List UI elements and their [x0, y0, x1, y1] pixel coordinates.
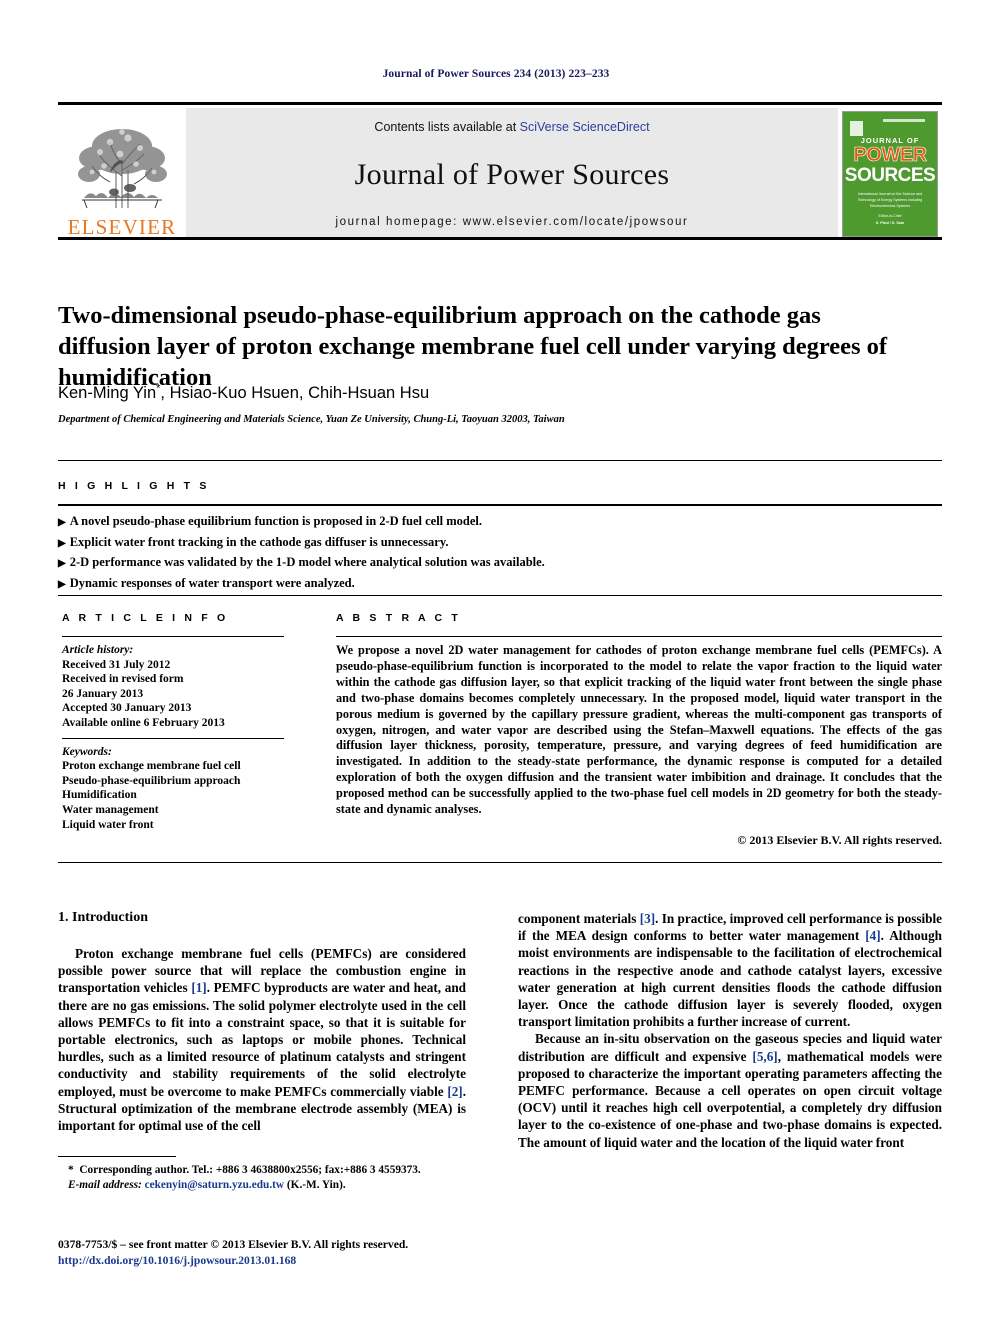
highlights-divider-mid [58, 504, 942, 506]
keyword-item: Pseudo-phase-equilibrium approach [62, 774, 241, 787]
keyword-item: Liquid water front [62, 818, 154, 831]
email-label: E-mail address: [68, 1178, 142, 1191]
elsevier-tree-icon [70, 120, 174, 216]
issn-line: 0378-7753/$ – see front matter © 2013 El… [58, 1238, 409, 1251]
history-line: Received 31 July 2012 [62, 658, 171, 671]
elsevier-logo: ELSEVIER [58, 108, 186, 240]
keywords-label: Keywords: [62, 745, 112, 758]
article-info-divider [62, 636, 284, 637]
citation-ref-2[interactable]: [2] [447, 1084, 462, 1099]
list-item: ▶ A novel pseudo-phase equilibrium functi… [58, 512, 942, 533]
history-line: Accepted 30 January 2013 [62, 702, 192, 715]
cover-footer-name: S. Pikul / K. Sato [875, 220, 905, 225]
citation-ref-5-6[interactable]: [5,6] [752, 1049, 777, 1064]
list-item: ▶ Dynamic responses of water transport we… [58, 574, 942, 595]
list-item: ▶ 2-D performance was validated by the 1-… [58, 553, 942, 574]
footer-block: 0378-7753/$ – see front matter © 2013 El… [58, 1237, 558, 1269]
bullet-arrow-icon: ▶ [58, 558, 66, 569]
cover-elsevier-icon [850, 121, 863, 136]
keyword-item: Water management [62, 803, 159, 816]
email-link[interactable]: cekenyin@saturn.yzu.edu.tw [145, 1179, 285, 1191]
corresponding-marker: * [68, 1164, 74, 1176]
journal-homepage-line[interactable]: journal homepage: www.elsevier.com/locat… [336, 216, 689, 228]
keyword-item: Proton exchange membrane fuel cell [62, 760, 241, 773]
article-history-label: Article history: [62, 644, 134, 656]
paragraph-text: . Although moist environments are indisp… [518, 928, 942, 1030]
abstract-divider-bottom [58, 862, 942, 863]
doi-link[interactable]: http://dx.doi.org/10.1016/j.jpowsour.201… [58, 1254, 296, 1267]
cover-footer: Editor-in-Chief S. Pikul / K. Sato [859, 213, 921, 226]
corresponding-author-note: * Corresponding author. Tel.: +886 3 463… [58, 1163, 468, 1178]
footnote-block: * Corresponding author. Tel.: +886 3 463… [58, 1163, 468, 1192]
abstract-heading: A B S T R A C T [336, 612, 461, 624]
cover-top-rule [883, 119, 925, 122]
bullet-arrow-icon: ▶ [58, 578, 66, 590]
author-list: Ken-Ming Yin*, Hsiao-Kuo Hsuen, Chih-Hsu… [58, 382, 913, 403]
highlight-text: A novel pseudo-phase equilibrium functio… [69, 514, 483, 528]
highlights-divider-top [58, 460, 942, 461]
contents-prefix: Contents lists available at [374, 120, 520, 134]
body-column-left: 1. Introduction Proton exchange membrane… [58, 910, 466, 1134]
cover-subtitle: International Journal on the Science and… [857, 192, 923, 209]
paragraph-text: . PEMFC byproducts are water and heat, a… [58, 980, 466, 1099]
highlights-list: ▶ A novel pseudo-phase equilibrium functi… [58, 512, 942, 594]
masthead-center: Contents lists available at SciVerse Sci… [186, 108, 838, 240]
corresponding-text: Corresponding author. Tel.: +886 3 46388… [79, 1164, 421, 1176]
paragraph: Proton exchange membrane fuel cells (PEM… [58, 945, 466, 1134]
highlight-text: Explicit water front tracking in the cat… [69, 534, 449, 549]
cover-sources-label: SOURCES [844, 165, 936, 186]
abstract-divider [336, 636, 942, 637]
email-suffix: (K.-M. Yin). [286, 1178, 346, 1191]
citation-ref-1[interactable]: [1] [191, 980, 206, 995]
paragraph-text: component materials [518, 911, 640, 926]
section-heading-introduction: 1. Introduction [58, 910, 148, 925]
journal-masthead: ELSEVIER Contents lists available at Sci… [58, 102, 942, 240]
contents-available-line: Contents lists available at SciVerse Sci… [374, 120, 649, 134]
history-line: Received in revised form [62, 673, 184, 686]
paragraph: Because an in-situ observation on the ga… [518, 1030, 942, 1150]
title-divider-top [58, 237, 942, 240]
list-item: ▶ Explicit water front tracking in the ca… [58, 533, 942, 554]
running-head: Journal of Power Sources 234 (2013) 223–… [382, 68, 610, 80]
email-note: E-mail address: cekenyin@saturn.yzu.edu.… [58, 1178, 468, 1193]
article-info-column: Article history: Received 31 July 2012 R… [62, 643, 292, 832]
journal-title: Journal of Power Sources [354, 158, 670, 191]
affiliation: Department of Chemical Engineering and M… [58, 414, 565, 425]
history-line: Available online 6 February 2013 [62, 716, 225, 729]
journal-cover-thumbnail[interactable]: JOURNAL OF POWER SOURCES International J… [838, 108, 942, 240]
highlights-heading: H I G H L I G H T S [58, 480, 210, 492]
article-page: Journal of Power Sources 234 (2013) 223–… [0, 0, 992, 1323]
citation-ref-3[interactable]: [3] [640, 911, 655, 926]
abstract-copyright: © 2013 Elsevier B.V. All rights reserved… [737, 833, 942, 847]
body-column-right: component materials [3]. In practice, im… [518, 910, 942, 1151]
article-title: Two-dimensional pseudo-phase-equilibrium… [58, 302, 888, 392]
bullet-arrow-icon: ▶ [58, 537, 66, 549]
highlight-text: Dynamic responses of water transport wer… [69, 575, 355, 590]
footnote-divider [58, 1156, 176, 1157]
sciencedirect-link[interactable]: SciVerse ScienceDirect [520, 120, 650, 134]
bullet-arrow-icon: ▶ [58, 517, 66, 528]
highlight-text: 2-D performance was validated by the 1-D… [69, 555, 545, 569]
elsevier-wordmark: ELSEVIER [67, 215, 177, 239]
keywords-divider [62, 737, 284, 739]
citation-ref-4[interactable]: [4] [865, 928, 880, 943]
article-info-heading: A R T I C L E I N F O [62, 612, 229, 624]
history-line: 26 January 2013 [62, 687, 144, 700]
corresponding-author-marker: * [156, 382, 161, 394]
abstract-text: We propose a novel 2D water management f… [336, 643, 942, 817]
keyword-item: Humidification [62, 789, 137, 802]
author-names: Ken-Ming Yin*, Hsiao-Kuo Hsuen, Chih-Hsu… [58, 382, 430, 402]
cover-power-label: POWER [853, 144, 927, 166]
journal-cover-image: JOURNAL OF POWER SOURCES International J… [842, 111, 938, 237]
highlights-divider-bottom [58, 595, 942, 596]
paragraph: component materials [3]. In practice, im… [518, 910, 942, 1030]
